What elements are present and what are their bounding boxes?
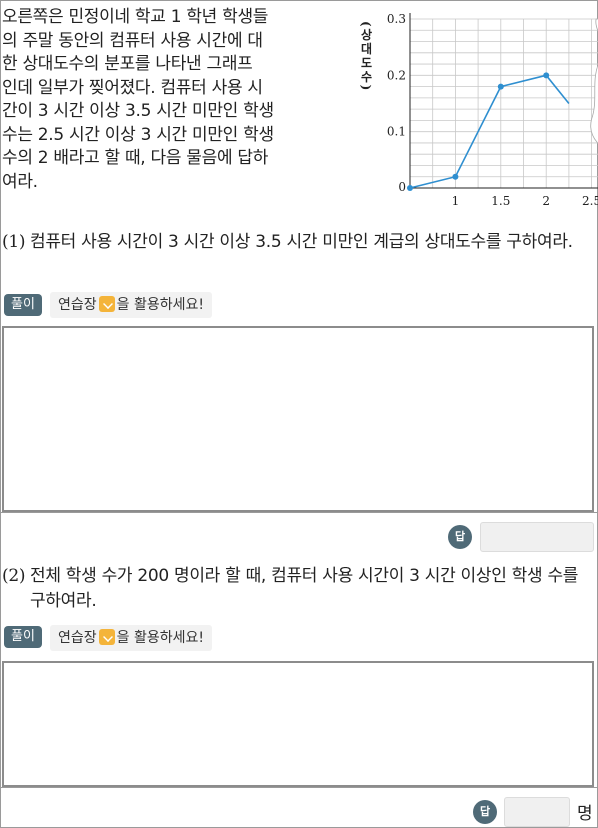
unit-label: 명: [577, 804, 593, 824]
answer-badge: 답: [448, 525, 472, 549]
y-tick-label: 0.2: [387, 68, 406, 82]
origin-label: 0: [398, 180, 406, 194]
data-point: [452, 173, 459, 180]
solve-badge: 풀이: [4, 294, 42, 316]
hint-text: 연습장: [58, 630, 97, 646]
hint-text: 을 활용하세요!: [116, 297, 204, 313]
x-tick-label: 1.5: [491, 194, 510, 208]
answer-badge: 답: [473, 800, 497, 824]
hint-text: 을 활용하세요!: [116, 630, 204, 646]
answer-input-2[interactable]: [504, 797, 570, 827]
question-number: (1): [2, 232, 26, 252]
question-text: 전체 학생 수가 200 명이라 할 때, 컴퓨터 사용 시간이 3 시간 이상…: [30, 566, 579, 611]
question-1: (1) 컴퓨터 사용 시간이 3 시간 이상 3.5 시간 미만인 계급의 상대…: [2, 230, 596, 282]
intro-line: 인데 일부가 찢어졌다. 컴퓨터 사용 시: [2, 77, 263, 98]
intro-line: 수의 2 배라고 할 때, 다음 물음에 답하: [2, 148, 269, 168]
answer-input-1[interactable]: [480, 522, 594, 552]
solution-area-2[interactable]: [2, 661, 594, 787]
x-tick-label: 1: [452, 194, 460, 208]
intro-line: 여라.: [2, 171, 38, 192]
y-axis-label: (상대도수): [359, 21, 373, 92]
data-point: [407, 185, 413, 191]
intro-line: 의 주말 동안의 컴퓨터 사용 시간에 대: [2, 30, 263, 51]
intro-line: 수는 2.5 시간 이상 3 시간 미만인 학생: [2, 124, 274, 145]
question-text: 컴퓨터 사용 시간이 3 시간 이상 3.5 시간 미만인 계급의 상대도수를 …: [30, 232, 573, 252]
x-tick-label: 2: [542, 194, 550, 208]
problem-intro: 오른쪽은 민정이네 학교 1 학년 학생들 의 주말 동안의 컴퓨터 사용 시간…: [2, 6, 347, 194]
pencil-icon: [98, 629, 115, 645]
intro-line: 한 상대도수의 분포를 나타낸 그래프: [2, 54, 253, 74]
relative-frequency-chart: 0.10.20.3011.522.533.54(시간)(상대도수): [359, 12, 598, 208]
intro-line: 오른쪽은 민정이네 학교 1 학년 학생들: [2, 7, 269, 27]
intro-line: 간이 3 시간 이상 3.5 시간 미만인 학생: [2, 101, 274, 121]
y-tick-label: 0.3: [387, 12, 406, 26]
data-point: [497, 83, 504, 90]
divider: [0, 787, 598, 788]
solve-badge: 풀이: [4, 626, 42, 648]
question-2: (2) 전체 학생 수가 200 명이라 할 때, 컴퓨터 사용 시간이 3 시…: [2, 564, 596, 616]
y-tick-label: 0.1: [387, 125, 406, 139]
notepad-hint[interactable]: 연습장 을 활용하세요!: [50, 625, 212, 651]
hint-text: 연습장: [58, 297, 97, 313]
x-tick-label: 2.5: [582, 194, 598, 208]
solution-area-1[interactable]: [2, 326, 594, 512]
question-number: (2): [2, 566, 26, 586]
notepad-hint[interactable]: 연습장 을 활용하세요!: [50, 292, 212, 318]
data-point: [543, 72, 550, 79]
pencil-icon: [98, 296, 115, 312]
divider: [0, 512, 598, 513]
